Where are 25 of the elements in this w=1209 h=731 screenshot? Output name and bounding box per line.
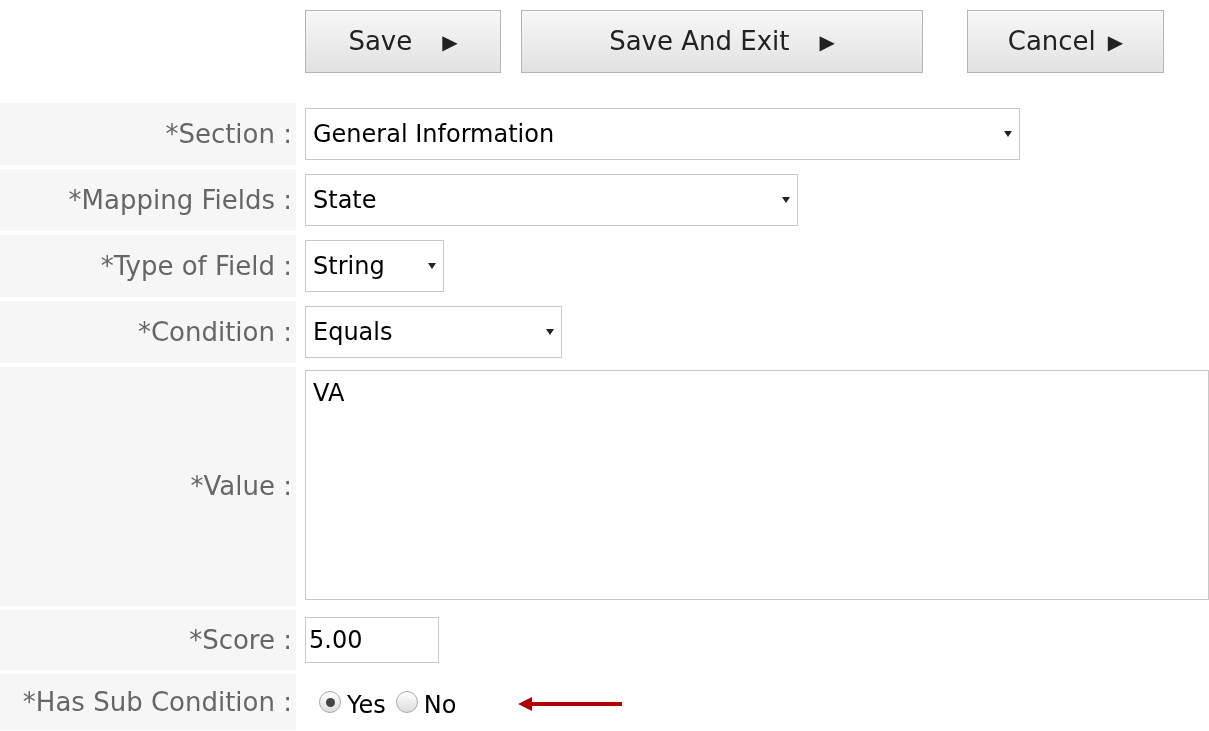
field-label: *Section : — [0, 103, 296, 165]
dropdown[interactable]: Equals — [305, 306, 562, 358]
field-label: *Type of Field : — [0, 235, 296, 297]
dropdown[interactable]: String — [305, 240, 444, 292]
action-button[interactable]: Save And Exit ▶ — [521, 10, 923, 73]
radio-button[interactable] — [395, 691, 418, 713]
action-button[interactable]: Cancel ▶ — [967, 10, 1164, 73]
action-button[interactable]: Save ▶ — [305, 10, 501, 73]
field-label: *Score : — [0, 610, 296, 670]
input-field[interactable]: 5.00 — [305, 617, 439, 663]
radio-button[interactable] — [319, 691, 341, 713]
caret-icon — [428, 263, 436, 269]
field-label: *Condition : — [0, 301, 296, 363]
field-label: *Value : — [0, 367, 296, 606]
dropdown[interactable]: State — [305, 174, 798, 226]
caret-icon — [782, 197, 790, 203]
text-area[interactable]: VA — [305, 370, 1209, 600]
radio-label: No — [423, 690, 457, 721]
field-label: *Mapping Fields : — [0, 169, 296, 231]
arrow-icon — [518, 697, 623, 711]
caret-icon — [546, 329, 554, 335]
caret-icon — [1004, 131, 1012, 137]
radio-label: Yes — [347, 690, 386, 721]
dropdown[interactable]: General Information — [305, 108, 1020, 160]
field-label: *Has Sub Condition : — [0, 674, 296, 730]
